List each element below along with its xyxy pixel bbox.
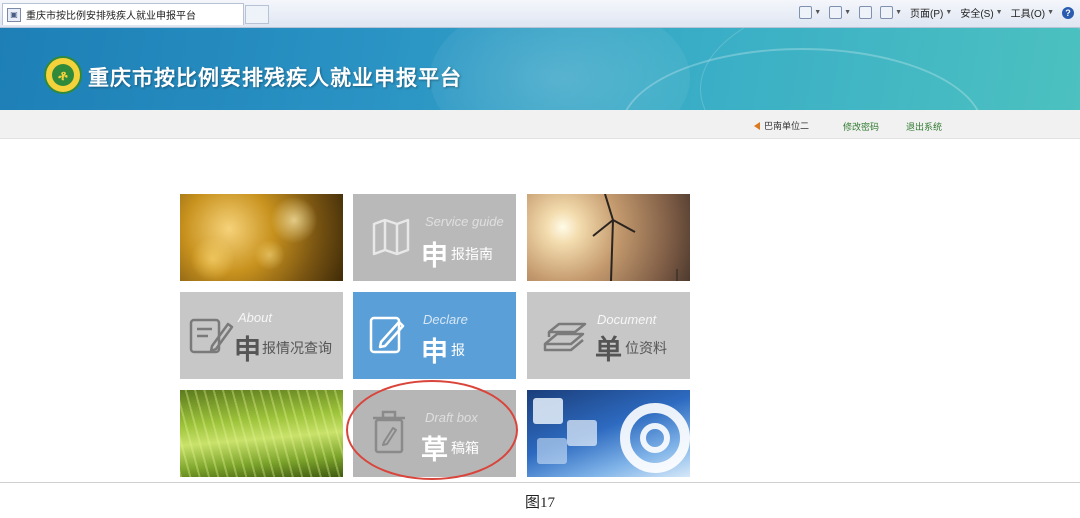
tile-label: 位资料 (625, 340, 667, 356)
feeds-button[interactable]: ▼ (829, 6, 851, 19)
edit-document-icon (369, 316, 405, 354)
figure-caption: 图17 (524, 495, 555, 511)
tools-menu-label: 工具(O) (1010, 9, 1046, 20)
tile-big-char: 申 (234, 335, 261, 365)
tile-big-char: 申 (421, 337, 448, 367)
header-banner: ቶ 重庆市按比例安排残疾人就业申报平台 (0, 28, 1080, 110)
change-password-link[interactable]: 修改密码 (843, 120, 879, 133)
tile-label: 报情况查询 (262, 340, 332, 356)
speaker-icon (754, 121, 760, 130)
tile-en-label: About (238, 310, 272, 325)
tile-big-char: 申 (421, 241, 448, 271)
platform-title: 重庆市按比例安排残疾人就业申报平台 (88, 67, 462, 90)
decorative-gold-lights-image (180, 194, 343, 281)
stacked-books-icon (543, 322, 587, 352)
mail-icon (859, 6, 873, 19)
new-tab-button[interactable] (245, 5, 269, 24)
tile-en-label: Document (597, 312, 657, 327)
command-bar: ▼ ▼ ▼ 页面(P) ▼ 安全(S) ▼ 工具(O) ▼ ? (799, 5, 1074, 20)
home-button[interactable]: ▼ (799, 6, 821, 19)
tile-en-label: Declare (423, 312, 468, 327)
decorative-grass-image (180, 390, 343, 477)
unit-document-tile[interactable]: Document 单 位资料 (527, 292, 690, 379)
print-icon (880, 6, 894, 19)
help-icon[interactable]: ? (1062, 6, 1074, 19)
user-bar: 巴南单位二 修改密码 退出系统 (0, 110, 1080, 139)
caption-divider (0, 482, 1080, 483)
decorative-keyboard-image (527, 390, 690, 477)
federation-logo-icon: ቶ (44, 56, 82, 94)
mail-button[interactable] (859, 6, 873, 19)
tab-title: 重庆市按比例安排残疾人就业申报平台 (26, 11, 196, 22)
logout-link[interactable]: 退出系统 (906, 120, 942, 133)
current-user: 巴南单位二 (754, 119, 809, 132)
feeds-icon (829, 6, 843, 19)
decorative-wind-turbine-image (527, 194, 690, 281)
edit-form-icon (189, 318, 234, 354)
unit-name: 巴南单位二 (764, 121, 810, 131)
safety-menu[interactable]: 安全(S) ▼ (960, 5, 1002, 20)
tile-en-label: Service guide (425, 214, 504, 229)
tile-label: 报 (451, 342, 465, 358)
page-favicon-icon: ▣ (7, 7, 21, 22)
home-icon (799, 6, 813, 19)
highlight-annotation-oval (346, 380, 518, 480)
tile-label: 报指南 (451, 246, 493, 262)
safety-menu-label: 安全(S) (960, 9, 994, 20)
map-icon (372, 218, 410, 256)
service-guide-tile[interactable]: Service guide 申 报指南 (353, 194, 516, 281)
page-menu[interactable]: 页面(P) ▼ (910, 5, 952, 20)
browser-tab[interactable]: ▣ 重庆市按比例安排残疾人就业申报平台 (2, 3, 244, 25)
page-menu-label: 页面(P) (910, 9, 944, 20)
tools-menu[interactable]: 工具(O) ▼ (1011, 5, 1054, 20)
declare-status-query-tile[interactable]: About 申 报情况查询 (180, 292, 343, 379)
tile-big-char: 单 (595, 335, 622, 365)
browser-toolbar: ▣ 重庆市按比例安排残疾人就业申报平台 ▼ ▼ ▼ 页面(P) ▼ 安全(S) ▼ … (0, 0, 1080, 28)
declare-tile[interactable]: Declare 申 报 (353, 292, 516, 379)
print-button[interactable]: ▼ (880, 6, 902, 19)
